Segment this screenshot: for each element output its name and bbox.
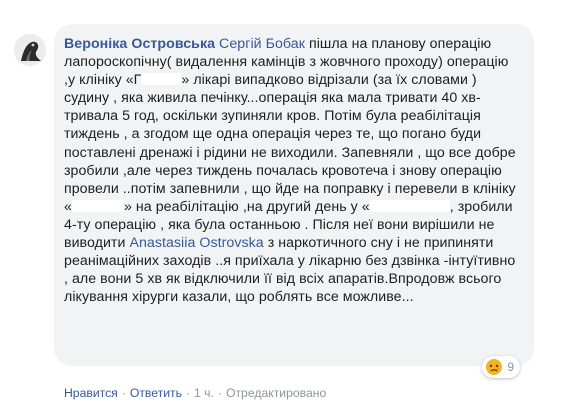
redacted-text — [141, 73, 182, 86]
comment-time[interactable]: 1 ч. — [194, 386, 214, 400]
mention-link[interactable]: Сергій Бобак — [219, 36, 305, 52]
reply-link[interactable]: Ответить — [130, 386, 182, 400]
comment-bubble: Вероніка Островська Сергій Бобак пішла н… — [54, 24, 534, 378]
redacted-text — [71, 199, 124, 212]
reaction-summary[interactable]: 9 — [482, 356, 520, 378]
avatar[interactable] — [14, 34, 46, 66]
mention-link[interactable]: Anastasiia Ostrovska — [129, 235, 263, 251]
like-link[interactable]: Нравится — [64, 386, 118, 400]
separator-dot: · — [185, 386, 191, 400]
sad-emoji-icon — [486, 359, 503, 375]
comment-text-part: » лікарі випадково відрізали (за їх слов… — [64, 72, 516, 215]
reaction-count: 9 — [507, 360, 514, 374]
separator-dot: · — [121, 386, 126, 400]
comment-text-part: » на реабілітацію ,на другий день у « — [123, 198, 370, 215]
comment-actions: Нравится · Ответить · 1 ч. · Отредактировано — [64, 386, 326, 400]
separator-dot: · — [217, 386, 222, 400]
redacted-text — [369, 199, 450, 212]
comment-body: Вероніка Островська Сергій Бобак пішла н… — [64, 35, 520, 306]
comment-author[interactable]: Вероніка Островська — [64, 36, 215, 52]
edited-label[interactable]: Отредактировано — [226, 386, 326, 400]
avatar-image — [14, 34, 46, 66]
